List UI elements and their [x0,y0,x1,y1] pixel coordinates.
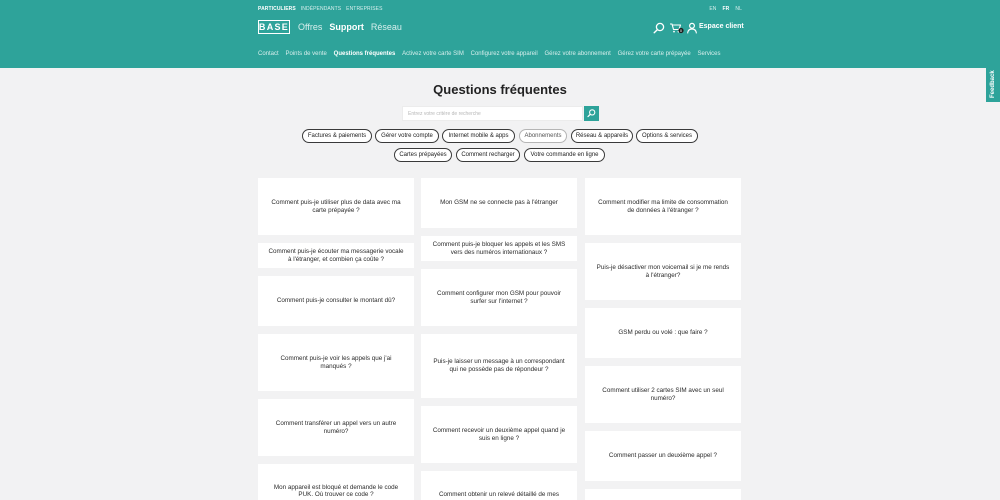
faq-card[interactable]: Comment passer un deuxième appel ? [585,431,741,481]
faq-card[interactable]: Puis-je laisser un message à un correspo… [421,334,577,398]
main-nav: Offres Support Réseau [298,22,409,32]
faq-card[interactable]: Comment modifier ma limite de consommati… [585,178,741,235]
support-subnav: Contact Points de vente Questions fréquent… [258,51,727,57]
lang-fr[interactable]: FR [723,6,730,12]
faq-card[interactable]: Mon appareil est bloqué et demande le co… [258,464,414,500]
faq-card[interactable]: Comment puis-je écouter ma messagerie vo… [258,243,414,268]
filter-gerer-compte[interactable]: Gérer votre compte [375,129,439,143]
filter-abonnements[interactable]: Abonnements [519,129,567,143]
filter-comment-recharger[interactable]: Comment recharger [456,148,520,162]
site-header: PARTICULIERS INDÉPENDANTS ENTREPRISES EN FR… [0,0,1000,68]
faq-card[interactable]: Comment utiliser 2 cartes SIM avec un se… [585,366,741,423]
user-icon[interactable] [686,21,698,34]
faq-card[interactable]: Puis-je désactiver mon voicemail si je m… [585,243,741,300]
faq-card[interactable]: Comment recevoir un deuxième appel quand… [421,406,577,463]
language-switcher: EN FR NL [703,6,742,12]
faq-search [402,106,599,121]
filter-cartes-prepayees[interactable]: Cartes prépayées [394,148,452,162]
filter-options-services[interactable]: Options & services [636,129,698,143]
faq-card[interactable]: Comment puis-je bloquer les appels et le… [421,236,577,261]
segment-particuliers[interactable]: PARTICULIERS [258,6,296,12]
lang-en[interactable]: EN [709,6,716,12]
subnav-activez-sim[interactable]: Activez votre carte SIM [402,51,464,57]
faq-card[interactable]: Comment puis-je utiliser plus de data av… [258,178,414,235]
segment-independants[interactable]: INDÉPENDANTS [301,6,341,12]
faq-card[interactable]: Comment configurer mon GSM pour pouvoir … [421,269,577,326]
filter-internet-mobile[interactable]: Internet mobile & apps [442,129,515,143]
faq-card[interactable]: Comment obtenir un relevé détaillé de me… [421,471,577,500]
faq-search-input[interactable] [402,106,583,121]
lang-nl[interactable]: NL [735,6,742,12]
subnav-contact[interactable]: Contact [258,51,279,57]
cart-icon[interactable]: 0 [669,21,684,34]
nav-support[interactable]: Support [329,22,364,32]
nav-offres[interactable]: Offres [298,22,322,32]
topbar: PARTICULIERS INDÉPENDANTS ENTREPRISES EN FR… [258,6,742,14]
subnav-gerez-prepayee[interactable]: Gérez votre carte prépayée [618,51,691,57]
faq-card[interactable]: Comment transférer un appel vers un autr… [258,399,414,456]
segment-entreprises[interactable]: ENTREPRISES [346,6,382,12]
faq-card[interactable] [585,489,741,500]
subnav-services[interactable]: Services [697,51,720,57]
subnav-questions-frequentes[interactable]: Questions fréquentes [334,51,396,57]
subnav-gerez-abonnement[interactable]: Gérez votre abonnement [544,51,610,57]
filter-commande-en-ligne[interactable]: Votre commande en ligne [524,148,605,162]
faq-card[interactable]: GSM perdu ou volé : que faire ? [585,308,741,358]
subnav-configurez-appareil[interactable]: Configurez votre appareil [471,51,538,57]
faq-card[interactable]: Comment puis-je voir les appels que j'ai… [258,334,414,391]
segment-switcher: PARTICULIERS INDÉPENDANTS ENTREPRISES [258,6,388,12]
nav-reseau[interactable]: Réseau [371,22,402,32]
client-area-link[interactable]: Espace client [699,23,744,30]
filter-reseau-appareils[interactable]: Réseau & appareils [571,129,633,143]
faq-search-button[interactable] [584,106,599,121]
search-icon [587,109,596,118]
base-logo[interactable]: BASE [258,20,290,34]
subnav-points-de-vente[interactable]: Points de vente [285,51,326,57]
faq-card[interactable]: Mon GSM ne se connecte pas à l'étranger [421,178,577,228]
faq-card[interactable]: Comment puis-je consulter le montant dû? [258,276,414,326]
page-title: Questions fréquentes [433,82,567,97]
filter-factures-paiements[interactable]: Factures & paiements [302,129,372,143]
search-icon[interactable] [653,21,665,34]
